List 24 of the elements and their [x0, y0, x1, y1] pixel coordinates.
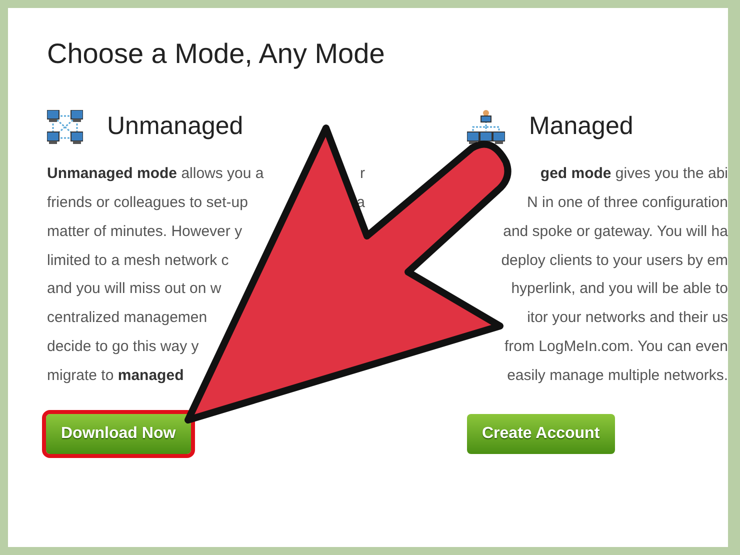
mode-heading: Managed — [529, 111, 634, 142]
description-text: r — [360, 164, 365, 184]
description-text: N in one of three configuration — [527, 192, 728, 213]
page-title: Choose a Mode, Any Mode — [47, 37, 386, 71]
download-button[interactable]: Download Now — [46, 414, 191, 454]
description-text: deploy clients to your users by em — [501, 250, 728, 271]
description-text: and spoke or gateway. You will ha — [503, 222, 728, 242]
description-text: migrate to managed — [47, 366, 184, 386]
description-text: centralized managemen — [47, 308, 208, 328]
description-text: limited to a mesh network c — [47, 250, 229, 271]
description-text: friends or colleagues to set-up — [47, 192, 248, 213]
mesh-network-icon — [47, 110, 83, 144]
network-hierarchy-icon — [467, 109, 505, 145]
description-text: itor your networks and their us — [527, 308, 728, 328]
description-text: ged mode gives you the abi — [540, 164, 728, 184]
description-text: matter of minutes. However y — [47, 222, 242, 242]
mode-heading: Unmanaged — [107, 111, 244, 142]
description-text: decide to go this way y — [47, 336, 199, 357]
description-text: hyperlink, and you will be able to — [511, 279, 728, 300]
description-text: and you will miss out on w — [47, 279, 222, 300]
description-text: Unmanaged mode allows you a — [47, 164, 264, 184]
create-account-button[interactable]: Create Account — [467, 414, 615, 454]
description-text: easily manage multiple networks. — [507, 366, 728, 386]
description-text: from LogMeIn.com. You can even — [504, 336, 728, 357]
